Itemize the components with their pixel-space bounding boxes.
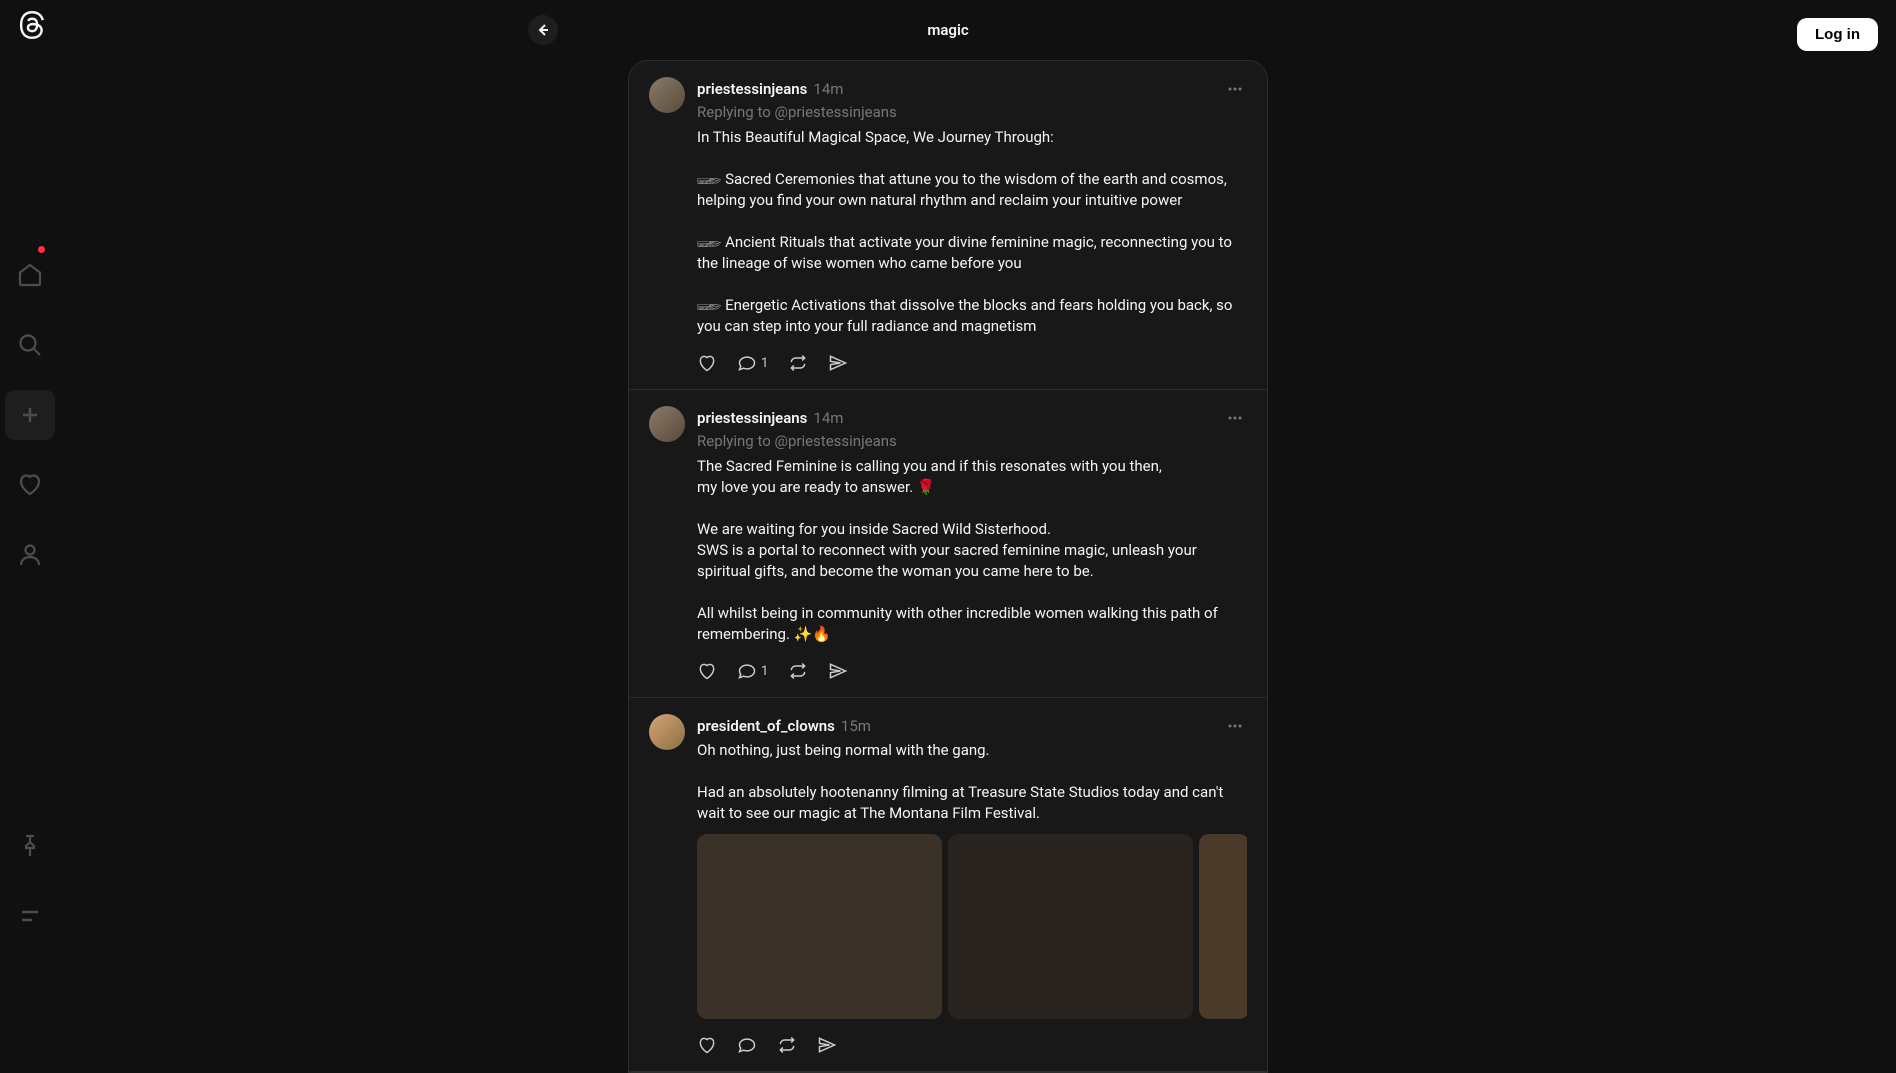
post-image[interactable] [948, 834, 1193, 1019]
avatar[interactable] [649, 714, 685, 750]
heart-icon [697, 1035, 717, 1055]
repost-icon [788, 353, 808, 373]
reply-button[interactable]: 1 [737, 661, 768, 681]
repost-button[interactable] [788, 661, 808, 681]
more-button[interactable] [1223, 714, 1247, 738]
post: priestessinjeans 14m Replying to @priest… [629, 390, 1267, 698]
share-icon [817, 1035, 837, 1055]
post: president_of_clowns 15m Oh nothing, just… [629, 698, 1267, 1072]
profile-icon [17, 542, 43, 568]
reply-button[interactable]: 1 [737, 353, 768, 373]
sidebar-activity[interactable] [5, 460, 55, 510]
post-header: priestessinjeans 14m [697, 77, 1247, 101]
repost-icon [777, 1035, 797, 1055]
main-column: magic priestessinjeans 14m Replying to @… [628, 0, 1268, 1073]
post-image[interactable] [697, 834, 942, 1019]
image-row [697, 834, 1247, 1019]
header: magic [628, 0, 1268, 60]
post-actions [697, 1029, 1247, 1061]
username[interactable]: president_of_clowns [697, 717, 835, 735]
repost-icon [788, 661, 808, 681]
post-content: president_of_clowns 15m Oh nothing, just… [697, 714, 1247, 1061]
more-icon [1225, 79, 1245, 99]
sidebar-home[interactable] [5, 250, 55, 300]
share-icon [828, 661, 848, 681]
username[interactable]: priestessinjeans [697, 409, 807, 427]
like-button[interactable] [697, 1035, 717, 1055]
more-button[interactable] [1223, 406, 1247, 430]
sidebar-create[interactable] [5, 390, 55, 440]
feed: priestessinjeans 14m Replying to @priest… [628, 60, 1268, 1073]
share-button[interactable] [828, 661, 848, 681]
sidebar-bottom [0, 821, 60, 941]
home-icon [17, 262, 43, 288]
username[interactable]: priestessinjeans [697, 80, 807, 98]
reply-icon [737, 353, 757, 373]
like-button[interactable] [697, 661, 717, 681]
arrow-left-icon [535, 22, 551, 38]
post-body: Oh nothing, just being normal with the g… [697, 740, 1247, 824]
avatar[interactable] [649, 406, 685, 442]
menu-icon [17, 903, 43, 929]
like-button[interactable] [697, 353, 717, 373]
share-button[interactable] [817, 1035, 837, 1055]
plus-icon [17, 402, 43, 428]
heart-icon [17, 472, 43, 498]
avatar[interactable] [649, 77, 685, 113]
post-actions: 1 [697, 347, 1247, 379]
share-button[interactable] [828, 353, 848, 373]
timestamp: 14m [813, 80, 843, 98]
search-icon [17, 332, 43, 358]
replying-to[interactable]: Replying to @priestessinjeans [697, 103, 1247, 121]
sidebar-profile[interactable] [5, 530, 55, 580]
reply-button[interactable] [737, 1035, 757, 1055]
heart-icon [697, 353, 717, 373]
sidebar-top [0, 250, 60, 580]
sidebar-search[interactable] [5, 320, 55, 370]
post-content: priestessinjeans 14m Replying to @priest… [697, 406, 1247, 687]
more-icon [1225, 408, 1245, 428]
post-actions: 1 [697, 655, 1247, 687]
reply-icon [737, 1035, 757, 1055]
timestamp: 14m [813, 409, 843, 427]
reply-count: 1 [761, 356, 768, 371]
repost-button[interactable] [777, 1035, 797, 1055]
timestamp: 15m [841, 717, 871, 735]
post-content: priestessinjeans 14m Replying to @priest… [697, 77, 1247, 379]
share-icon [828, 353, 848, 373]
post-body: In This Beautiful Magical Space, We Jour… [697, 127, 1247, 337]
repost-button[interactable] [788, 353, 808, 373]
heart-icon [697, 661, 717, 681]
post-image[interactable] [1199, 834, 1247, 1019]
back-button[interactable] [528, 15, 558, 45]
reply-count: 1 [761, 664, 768, 679]
post: priestessinjeans 14m Replying to @priest… [629, 61, 1267, 390]
pin-icon [17, 833, 43, 859]
page-title: magic [927, 21, 968, 39]
post-body: The Sacred Feminine is calling you and i… [697, 456, 1247, 645]
reply-icon [737, 661, 757, 681]
sidebar-pin[interactable] [5, 821, 55, 871]
sidebar [0, 0, 60, 961]
more-button[interactable] [1223, 77, 1247, 101]
login-button[interactable]: Log in [1797, 18, 1878, 51]
replying-to[interactable]: Replying to @priestessinjeans [697, 432, 1247, 450]
more-icon [1225, 716, 1245, 736]
sidebar-menu[interactable] [5, 891, 55, 941]
post-header: president_of_clowns 15m [697, 714, 1247, 738]
post-header: priestessinjeans 14m [697, 406, 1247, 430]
notification-indicator [38, 246, 45, 253]
